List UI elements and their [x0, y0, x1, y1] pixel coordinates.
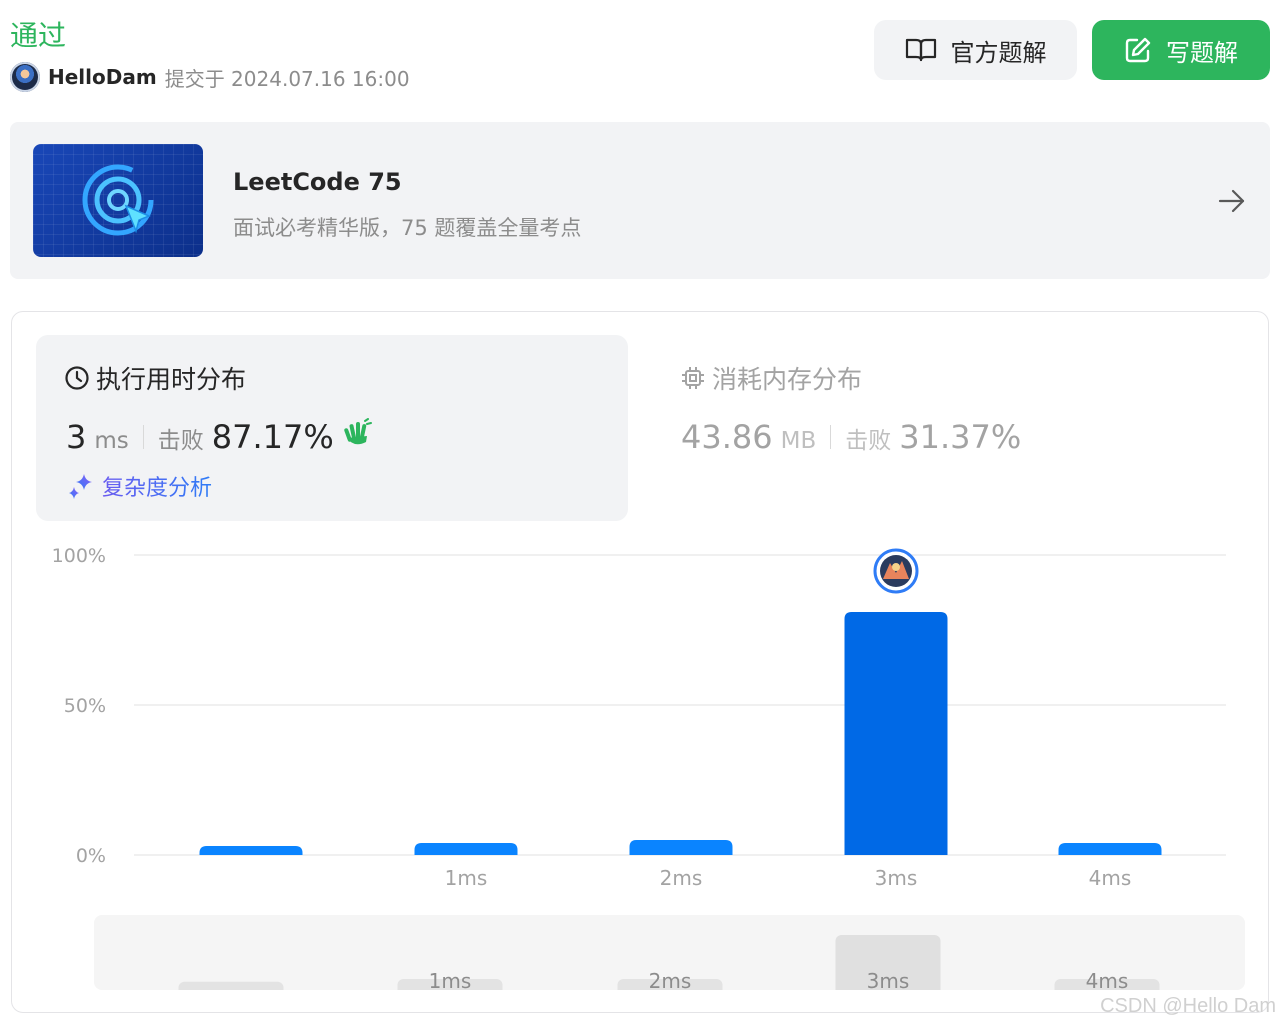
overview-tick-label: 2ms: [649, 969, 692, 990]
y-tick-label: 0%: [76, 845, 106, 867]
status-accepted: 通过: [10, 19, 67, 52]
memory-metric: 43.86 MB 击败 31.37%: [681, 418, 1021, 456]
memory-beat-percent: 31.37%: [899, 418, 1022, 456]
chart-bar[interactable]: [199, 846, 303, 855]
chip-icon: [682, 367, 704, 389]
chart-bar[interactable]: [414, 843, 518, 855]
clock-icon: [65, 366, 89, 390]
runtime-value: 3: [66, 418, 87, 456]
avatar[interactable]: [10, 62, 40, 92]
book-icon: [905, 38, 936, 62]
x-tick-label: 4ms: [1089, 866, 1132, 890]
official-solution-label: 官方题解: [950, 38, 1047, 67]
x-tick-label: 3ms: [875, 866, 918, 890]
y-tick-label: 100%: [52, 545, 106, 567]
official-solution-button[interactable]: 官方题解: [874, 20, 1077, 80]
write-solution-label: 写题解: [1166, 38, 1238, 67]
watermark: CSDN @Hello Dam: [1100, 995, 1276, 1017]
username[interactable]: HelloDam: [48, 65, 157, 89]
chart-bar[interactable]: [844, 612, 948, 855]
overview-chart[interactable]: 1ms 2ms 3ms 4ms: [94, 915, 1245, 990]
memory-unit: MB: [780, 428, 817, 454]
sparkle-icon: [69, 474, 92, 499]
target-icon: [82, 164, 154, 236]
complexity-analysis-link[interactable]: 复杂度分析: [66, 470, 212, 502]
avatar-art: [892, 563, 900, 571]
study-plan-thumbnail: [33, 144, 203, 257]
chart-bar[interactable]: [1058, 843, 1162, 855]
edit-icon: [1125, 37, 1151, 63]
runtime-title-label: 执行用时分布: [96, 365, 247, 394]
runtime-beat-label: 击败: [157, 428, 204, 454]
submission-info: HelloDam 提交于 2024.07.16 16:00: [10, 61, 410, 93]
runtime-metric: 3 ms 击败 87.17%: [66, 418, 372, 456]
overview-tick-label: 1ms: [429, 969, 472, 990]
arrow-right-icon[interactable]: [1218, 188, 1246, 214]
divider: [142, 425, 144, 449]
chart-overview-scrollbar[interactable]: 1ms 2ms 3ms 4ms: [94, 915, 1245, 990]
x-tick-label: 2ms: [660, 866, 703, 890]
runtime-title: 执行用时分布: [64, 360, 246, 396]
overview-bar: [178, 981, 284, 990]
memory-tab[interactable]: 消耗内存分布: [680, 360, 862, 396]
y-tick-label: 50%: [64, 695, 106, 717]
memory-title-label: 消耗内存分布: [712, 365, 863, 394]
study-plan-title: LeetCode 75: [233, 168, 402, 196]
divider: [830, 425, 832, 449]
chart-bar[interactable]: [629, 840, 733, 855]
x-tick-label: 1ms: [445, 866, 488, 890]
submitted-time: 提交于 2024.07.16 16:00: [164, 66, 410, 91]
overview-tick-label: 4ms: [1086, 969, 1129, 990]
runtime-beat-percent: 87.17%: [211, 418, 334, 456]
clap-icon: [344, 418, 372, 445]
study-plan-card[interactable]: LeetCode 75 面试必考精华版，75 题覆盖全量考点: [10, 122, 1270, 279]
runtime-unit: ms: [94, 428, 129, 454]
complexity-analysis-label: 复杂度分析: [102, 470, 212, 502]
memory-value: 43.86: [681, 418, 773, 456]
study-plan-subtitle: 面试必考精华版，75 题覆盖全量考点: [233, 216, 582, 240]
memory-beat-label: 击败: [845, 428, 892, 454]
overview-tick-label: 3ms: [867, 969, 910, 990]
write-solution-button[interactable]: 写题解: [1092, 20, 1270, 80]
runtime-distribution-chart[interactable]: 100% 50% 0% 1ms 2ms 3ms 4ms: [0, 540, 1280, 900]
